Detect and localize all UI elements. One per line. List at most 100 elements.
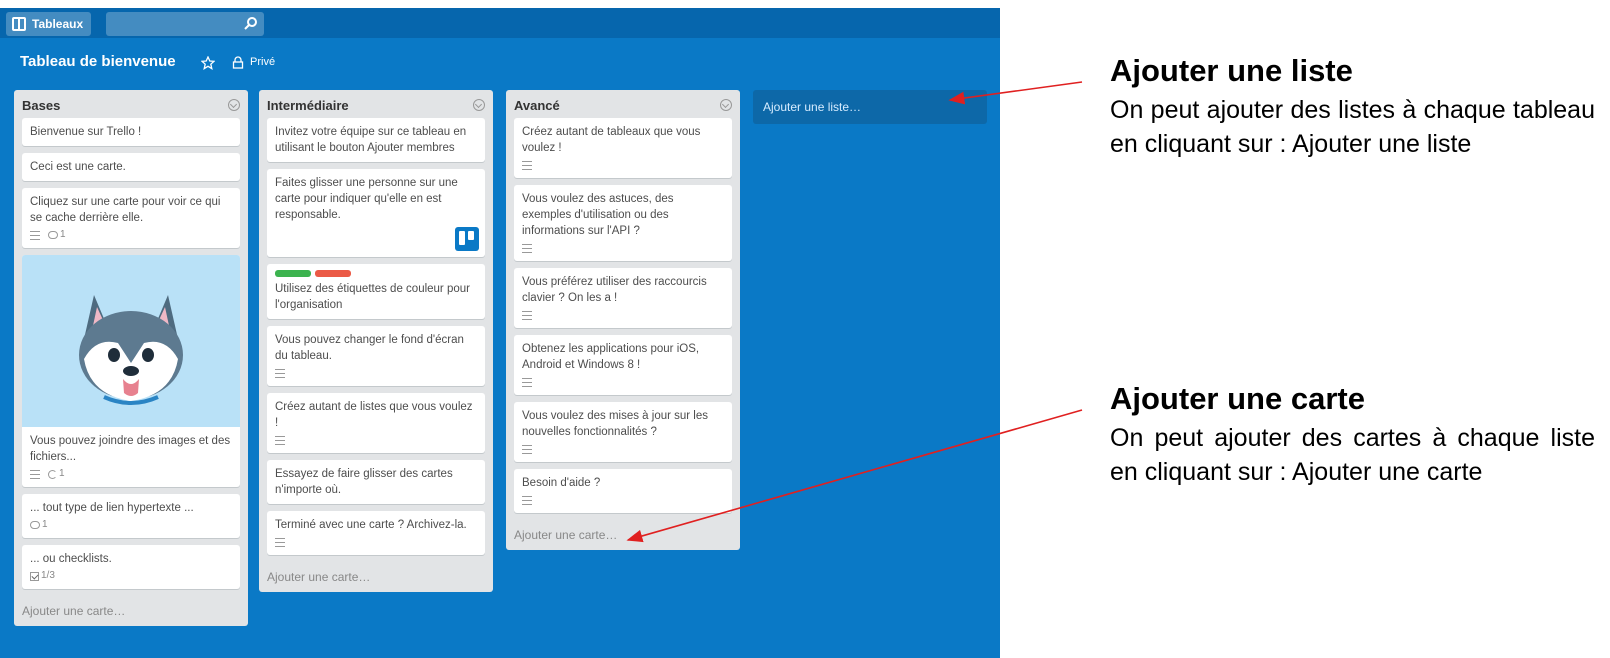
list-menu-icon[interactable] [473,99,485,111]
add-card-button[interactable]: Ajouter une carte… [506,520,740,550]
husky-cover-image [22,255,240,427]
checklist-count: 1/3 [41,570,55,581]
description-icon [275,537,285,547]
card-title: Vous pouvez changer le fond d'écran du t… [275,334,464,362]
description-icon [30,230,40,240]
attachment-count: 1 [59,468,65,479]
attachment-icon [48,469,57,479]
lock-icon [232,56,244,69]
add-card-button[interactable]: Ajouter une carte… [259,562,493,592]
member-avatar[interactable] [455,227,479,251]
list-title[interactable]: Bases [22,98,60,113]
comment-count: 1 [60,229,66,240]
annotation-list-title: Ajouter une liste [1110,53,1353,88]
husky-mascot-icon [79,295,183,405]
list-card[interactable]: Bienvenue sur Trello ! [22,118,240,146]
board-title[interactable]: Tableau de bienvenue [20,53,176,70]
list-card[interactable]: Vous pouvez joindre des images et des fi… [22,255,240,487]
list-card[interactable]: Vous pouvez changer le fond d'écran du t… [267,326,485,386]
list-menu-icon[interactable] [720,99,732,111]
list-card[interactable]: ... tout type de lien hypertexte ... 1 [22,494,240,538]
card-title: Vous préférez utiliser des raccourcis cl… [522,276,707,304]
card-badges [275,366,477,380]
trello-board-screenshot: Tableaux Tableau de bienvenue Privé Base… [0,8,1000,658]
list-card[interactable]: Créez autant de tableaux que vous voulez… [514,118,732,178]
description-icon [275,435,285,445]
annotation-list-text: On peut ajouter des listes à chaque tabl… [1110,96,1595,158]
card-title: Vous voulez des astuces, des exemples d'… [522,193,674,237]
list-card[interactable]: Cliquez sur une carte pour voir ce qui s… [22,188,240,248]
card-title: Créez autant de listes que vous voulez ! [275,401,473,429]
privacy-button[interactable]: Privé [250,56,275,68]
list-card[interactable]: Faites glisser une personne sur une cart… [267,169,485,257]
card-badges [522,241,724,255]
card-badges [522,308,724,322]
list-title[interactable]: Intermédiaire [267,98,349,113]
add-list-button[interactable]: Ajouter une liste… [753,90,987,124]
comment-icon [48,231,58,239]
list-bases: Bases Bienvenue sur Trello ! Ceci est un… [14,90,248,626]
list-card[interactable]: Besoin d'aide ? [514,469,732,513]
card-title: Créez autant de tableaux que vous voulez… [522,126,701,154]
card-title: Terminé avec une carte ? Archivez-la. [275,519,467,531]
list-card[interactable]: Vous voulez des mises à jour sur les nou… [514,402,732,462]
description-icon [522,377,532,387]
card-badges [522,158,724,172]
comment-icon [30,521,40,529]
card-badges [275,535,477,549]
card-badges [522,493,724,507]
card-title: ... tout type de lien hypertexte ... [30,502,194,514]
list-intermediaire: Intermédiaire Invitez votre équipe sur c… [259,90,493,592]
list-card[interactable]: Créez autant de listes que vous voulez ! [267,393,485,453]
list-card[interactable]: Obtenez les applications pour iOS, Andro… [514,335,732,395]
annotation-card-text: On peut ajouter des cartes à chaque list… [1110,424,1595,486]
annotation-card-title: Ajouter une carte [1110,381,1365,416]
card-title: Besoin d'aide ? [522,477,601,489]
card-badges [275,433,477,447]
list-card[interactable]: Terminé avec une carte ? Archivez-la. [267,511,485,555]
list-menu-icon[interactable] [228,99,240,111]
card-title: Obtenez les applications pour iOS, Andro… [522,343,700,371]
description-icon [30,469,40,479]
description-icon [522,495,532,505]
search-icon[interactable] [244,16,258,30]
description-icon [522,444,532,454]
list-card[interactable]: Essayez de faire glisser des cartes n'im… [267,460,485,504]
top-bar: Tableaux [0,8,1000,38]
description-icon [522,243,532,253]
boards-button[interactable]: Tableaux [6,12,92,36]
search-input[interactable] [106,12,264,36]
boards-label: Tableaux [32,17,84,31]
description-icon [522,310,532,320]
card-title: Utilisez des étiquettes de couleur pour … [275,283,470,311]
list-card[interactable]: Invitez votre équipe sur ce tableau en u… [267,118,485,162]
list-card[interactable]: Vous préférez utiliser des raccourcis cl… [514,268,732,328]
list-card[interactable]: Vous voulez des astuces, des exemples d'… [514,185,732,261]
add-card-button[interactable]: Ajouter une carte… [14,596,248,626]
card-badges: 1 [30,518,232,532]
card-badges: 1 [30,228,232,242]
checklist-icon [30,571,39,581]
list-card[interactable]: ... ou checklists. 1/3 [22,545,240,589]
list-card[interactable]: Utilisez des étiquettes de couleur pour … [267,264,485,319]
card-badges: 1/3 [30,569,232,583]
card-title: ... ou checklists. [30,553,112,565]
card-title: Ceci est une carte. [30,161,126,173]
card-title: Faites glisser une personne sur une cart… [275,177,458,221]
card-title: Bienvenue sur Trello ! [30,126,142,138]
comment-count: 1 [42,519,48,530]
card-badges [522,375,724,389]
board-header: Tableau de bienvenue Privé [0,46,1000,78]
star-icon[interactable] [201,56,215,70]
label-green [275,270,311,277]
description-icon [275,368,285,378]
card-title: Vous pouvez joindre des images et des fi… [30,435,231,463]
boards-icon [12,17,26,31]
label-red [315,270,351,277]
list-card[interactable]: Ceci est une carte. [22,153,240,181]
list-avance: Avancé Créez autant de tableaux que vous… [506,90,740,550]
card-labels [275,270,477,277]
list-title[interactable]: Avancé [514,98,560,113]
card-badges: 1 [30,467,232,481]
card-title: Invitez votre équipe sur ce tableau en u… [275,126,467,154]
